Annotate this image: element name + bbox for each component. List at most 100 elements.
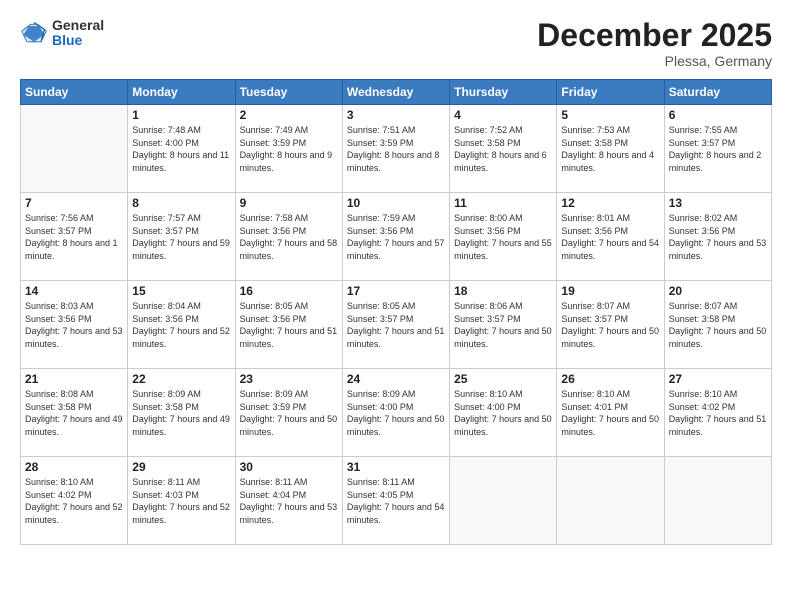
day-number: 21 [25, 372, 123, 386]
day-info: Sunrise: 8:11 AMSunset: 4:03 PMDaylight:… [132, 476, 230, 526]
calendar-cell: 3 Sunrise: 7:51 AMSunset: 3:59 PMDaylight… [342, 105, 449, 193]
calendar-cell: 17 Sunrise: 8:05 AMSunset: 3:57 PMDayligh… [342, 281, 449, 369]
calendar-cell: 4 Sunrise: 7:52 AMSunset: 3:58 PMDaylight… [450, 105, 557, 193]
day-number: 22 [132, 372, 230, 386]
day-number: 24 [347, 372, 445, 386]
calendar-cell: 6 Sunrise: 7:55 AMSunset: 3:57 PMDaylight… [664, 105, 771, 193]
page: General Blue December 2025 Plessa, Germa… [0, 0, 792, 612]
day-info: Sunrise: 8:06 AMSunset: 3:57 PMDaylight:… [454, 300, 552, 350]
calendar-header-saturday: Saturday [664, 80, 771, 105]
day-number: 14 [25, 284, 123, 298]
calendar-cell: 25 Sunrise: 8:10 AMSunset: 4:00 PMDayligh… [450, 369, 557, 457]
day-info: Sunrise: 7:52 AMSunset: 3:58 PMDaylight:… [454, 124, 552, 174]
day-info: Sunrise: 8:10 AMSunset: 4:00 PMDaylight:… [454, 388, 552, 438]
calendar-week-4: 21 Sunrise: 8:08 AMSunset: 3:58 PMDayligh… [21, 369, 772, 457]
day-info: Sunrise: 8:03 AMSunset: 3:56 PMDaylight:… [25, 300, 123, 350]
calendar-header-friday: Friday [557, 80, 664, 105]
day-number: 9 [240, 196, 338, 210]
calendar-cell: 21 Sunrise: 8:08 AMSunset: 3:58 PMDayligh… [21, 369, 128, 457]
logo-general: General [52, 18, 104, 33]
day-number: 2 [240, 108, 338, 122]
day-number: 26 [561, 372, 659, 386]
day-info: Sunrise: 8:02 AMSunset: 3:56 PMDaylight:… [669, 212, 767, 262]
day-number: 11 [454, 196, 552, 210]
day-info: Sunrise: 8:05 AMSunset: 3:56 PMDaylight:… [240, 300, 338, 350]
calendar-cell: 8Sunrise: 7:57 AMSunset: 3:57 PMDaylight… [128, 193, 235, 281]
day-info: Sunrise: 8:09 AMSunset: 3:59 PMDaylight:… [240, 388, 338, 438]
calendar-cell [557, 457, 664, 545]
calendar-cell: 30 Sunrise: 8:11 AMSunset: 4:04 PMDayligh… [235, 457, 342, 545]
calendar-week-3: 14 Sunrise: 8:03 AMSunset: 3:56 PMDayligh… [21, 281, 772, 369]
day-info: Sunrise: 8:10 AMSunset: 4:02 PMDaylight:… [669, 388, 767, 438]
day-number: 4 [454, 108, 552, 122]
calendar-cell: 15 Sunrise: 8:04 AMSunset: 3:56 PMDayligh… [128, 281, 235, 369]
calendar-header-wednesday: Wednesday [342, 80, 449, 105]
day-info: Sunrise: 8:05 AMSunset: 3:57 PMDaylight:… [347, 300, 445, 350]
logo-icon [20, 19, 48, 47]
day-info: Sunrise: 7:55 AMSunset: 3:57 PMDaylight:… [669, 124, 767, 174]
day-info: Sunrise: 8:07 AMSunset: 3:58 PMDaylight:… [669, 300, 767, 350]
location: Plessa, Germany [537, 53, 772, 69]
day-number: 6 [669, 108, 767, 122]
day-number: 12 [561, 196, 659, 210]
day-number: 27 [669, 372, 767, 386]
calendar-cell: 1 Sunrise: 7:48 AMSunset: 4:00 PMDaylight… [128, 105, 235, 193]
day-info: Sunrise: 7:51 AMSunset: 3:59 PMDaylight:… [347, 124, 445, 174]
calendar-cell [664, 457, 771, 545]
day-info: Sunrise: 7:59 AMSunset: 3:56 PMDaylight:… [347, 212, 445, 262]
day-number: 28 [25, 460, 123, 474]
day-info: Sunrise: 8:08 AMSunset: 3:58 PMDaylight:… [25, 388, 123, 438]
calendar-header-thursday: Thursday [450, 80, 557, 105]
calendar-cell [450, 457, 557, 545]
calendar-cell: 2Sunrise: 7:49 AMSunset: 3:59 PMDaylight… [235, 105, 342, 193]
calendar-header-tuesday: Tuesday [235, 80, 342, 105]
day-number: 20 [669, 284, 767, 298]
calendar-header-monday: Monday [128, 80, 235, 105]
day-number: 7 [25, 196, 123, 210]
calendar-week-2: 7 Sunrise: 7:56 AMSunset: 3:57 PMDaylight… [21, 193, 772, 281]
day-number: 3 [347, 108, 445, 122]
day-number: 13 [669, 196, 767, 210]
calendar-cell: 26Sunrise: 8:10 AMSunset: 4:01 PMDayligh… [557, 369, 664, 457]
header: General Blue December 2025 Plessa, Germa… [20, 18, 772, 69]
day-info: Sunrise: 7:48 AMSunset: 4:00 PMDaylight:… [132, 124, 230, 174]
day-number: 1 [132, 108, 230, 122]
day-number: 29 [132, 460, 230, 474]
day-number: 15 [132, 284, 230, 298]
day-number: 10 [347, 196, 445, 210]
day-number: 30 [240, 460, 338, 474]
calendar-cell: 12Sunrise: 8:01 AMSunset: 3:56 PMDayligh… [557, 193, 664, 281]
day-info: Sunrise: 8:11 AMSunset: 4:04 PMDaylight:… [240, 476, 338, 526]
calendar-cell: 5Sunrise: 7:53 AMSunset: 3:58 PMDaylight… [557, 105, 664, 193]
logo-text: General Blue [52, 18, 104, 49]
calendar-cell [21, 105, 128, 193]
day-info: Sunrise: 8:07 AMSunset: 3:57 PMDaylight:… [561, 300, 659, 350]
day-number: 18 [454, 284, 552, 298]
day-number: 5 [561, 108, 659, 122]
calendar-cell: 10 Sunrise: 7:59 AMSunset: 3:56 PMDayligh… [342, 193, 449, 281]
day-number: 25 [454, 372, 552, 386]
day-number: 8 [132, 196, 230, 210]
calendar-cell: 23Sunrise: 8:09 AMSunset: 3:59 PMDayligh… [235, 369, 342, 457]
day-info: Sunrise: 8:09 AMSunset: 3:58 PMDaylight:… [132, 388, 230, 438]
calendar-cell: 13 Sunrise: 8:02 AMSunset: 3:56 PMDayligh… [664, 193, 771, 281]
calendar-cell: 22 Sunrise: 8:09 AMSunset: 3:58 PMDayligh… [128, 369, 235, 457]
calendar-cell: 18 Sunrise: 8:06 AMSunset: 3:57 PMDayligh… [450, 281, 557, 369]
day-info: Sunrise: 7:58 AMSunset: 3:56 PMDaylight:… [240, 212, 338, 262]
calendar-cell: 7 Sunrise: 7:56 AMSunset: 3:57 PMDaylight… [21, 193, 128, 281]
calendar-week-5: 28Sunrise: 8:10 AMSunset: 4:02 PMDayligh… [21, 457, 772, 545]
day-number: 31 [347, 460, 445, 474]
month-title: December 2025 [537, 18, 772, 53]
calendar-cell: 27 Sunrise: 8:10 AMSunset: 4:02 PMDayligh… [664, 369, 771, 457]
calendar-cell: 19Sunrise: 8:07 AMSunset: 3:57 PMDayligh… [557, 281, 664, 369]
calendar-table: SundayMondayTuesdayWednesdayThursdayFrid… [20, 79, 772, 545]
logo: General Blue [20, 18, 104, 49]
calendar-cell: 9 Sunrise: 7:58 AMSunset: 3:56 PMDaylight… [235, 193, 342, 281]
day-number: 17 [347, 284, 445, 298]
day-info: Sunrise: 8:04 AMSunset: 3:56 PMDaylight:… [132, 300, 230, 350]
calendar-cell: 11Sunrise: 8:00 AMSunset: 3:56 PMDayligh… [450, 193, 557, 281]
day-info: Sunrise: 7:56 AMSunset: 3:57 PMDaylight:… [25, 212, 123, 262]
day-info: Sunrise: 8:11 AMSunset: 4:05 PMDaylight:… [347, 476, 445, 526]
calendar-cell: 16Sunrise: 8:05 AMSunset: 3:56 PMDayligh… [235, 281, 342, 369]
calendar-header-sunday: Sunday [21, 80, 128, 105]
